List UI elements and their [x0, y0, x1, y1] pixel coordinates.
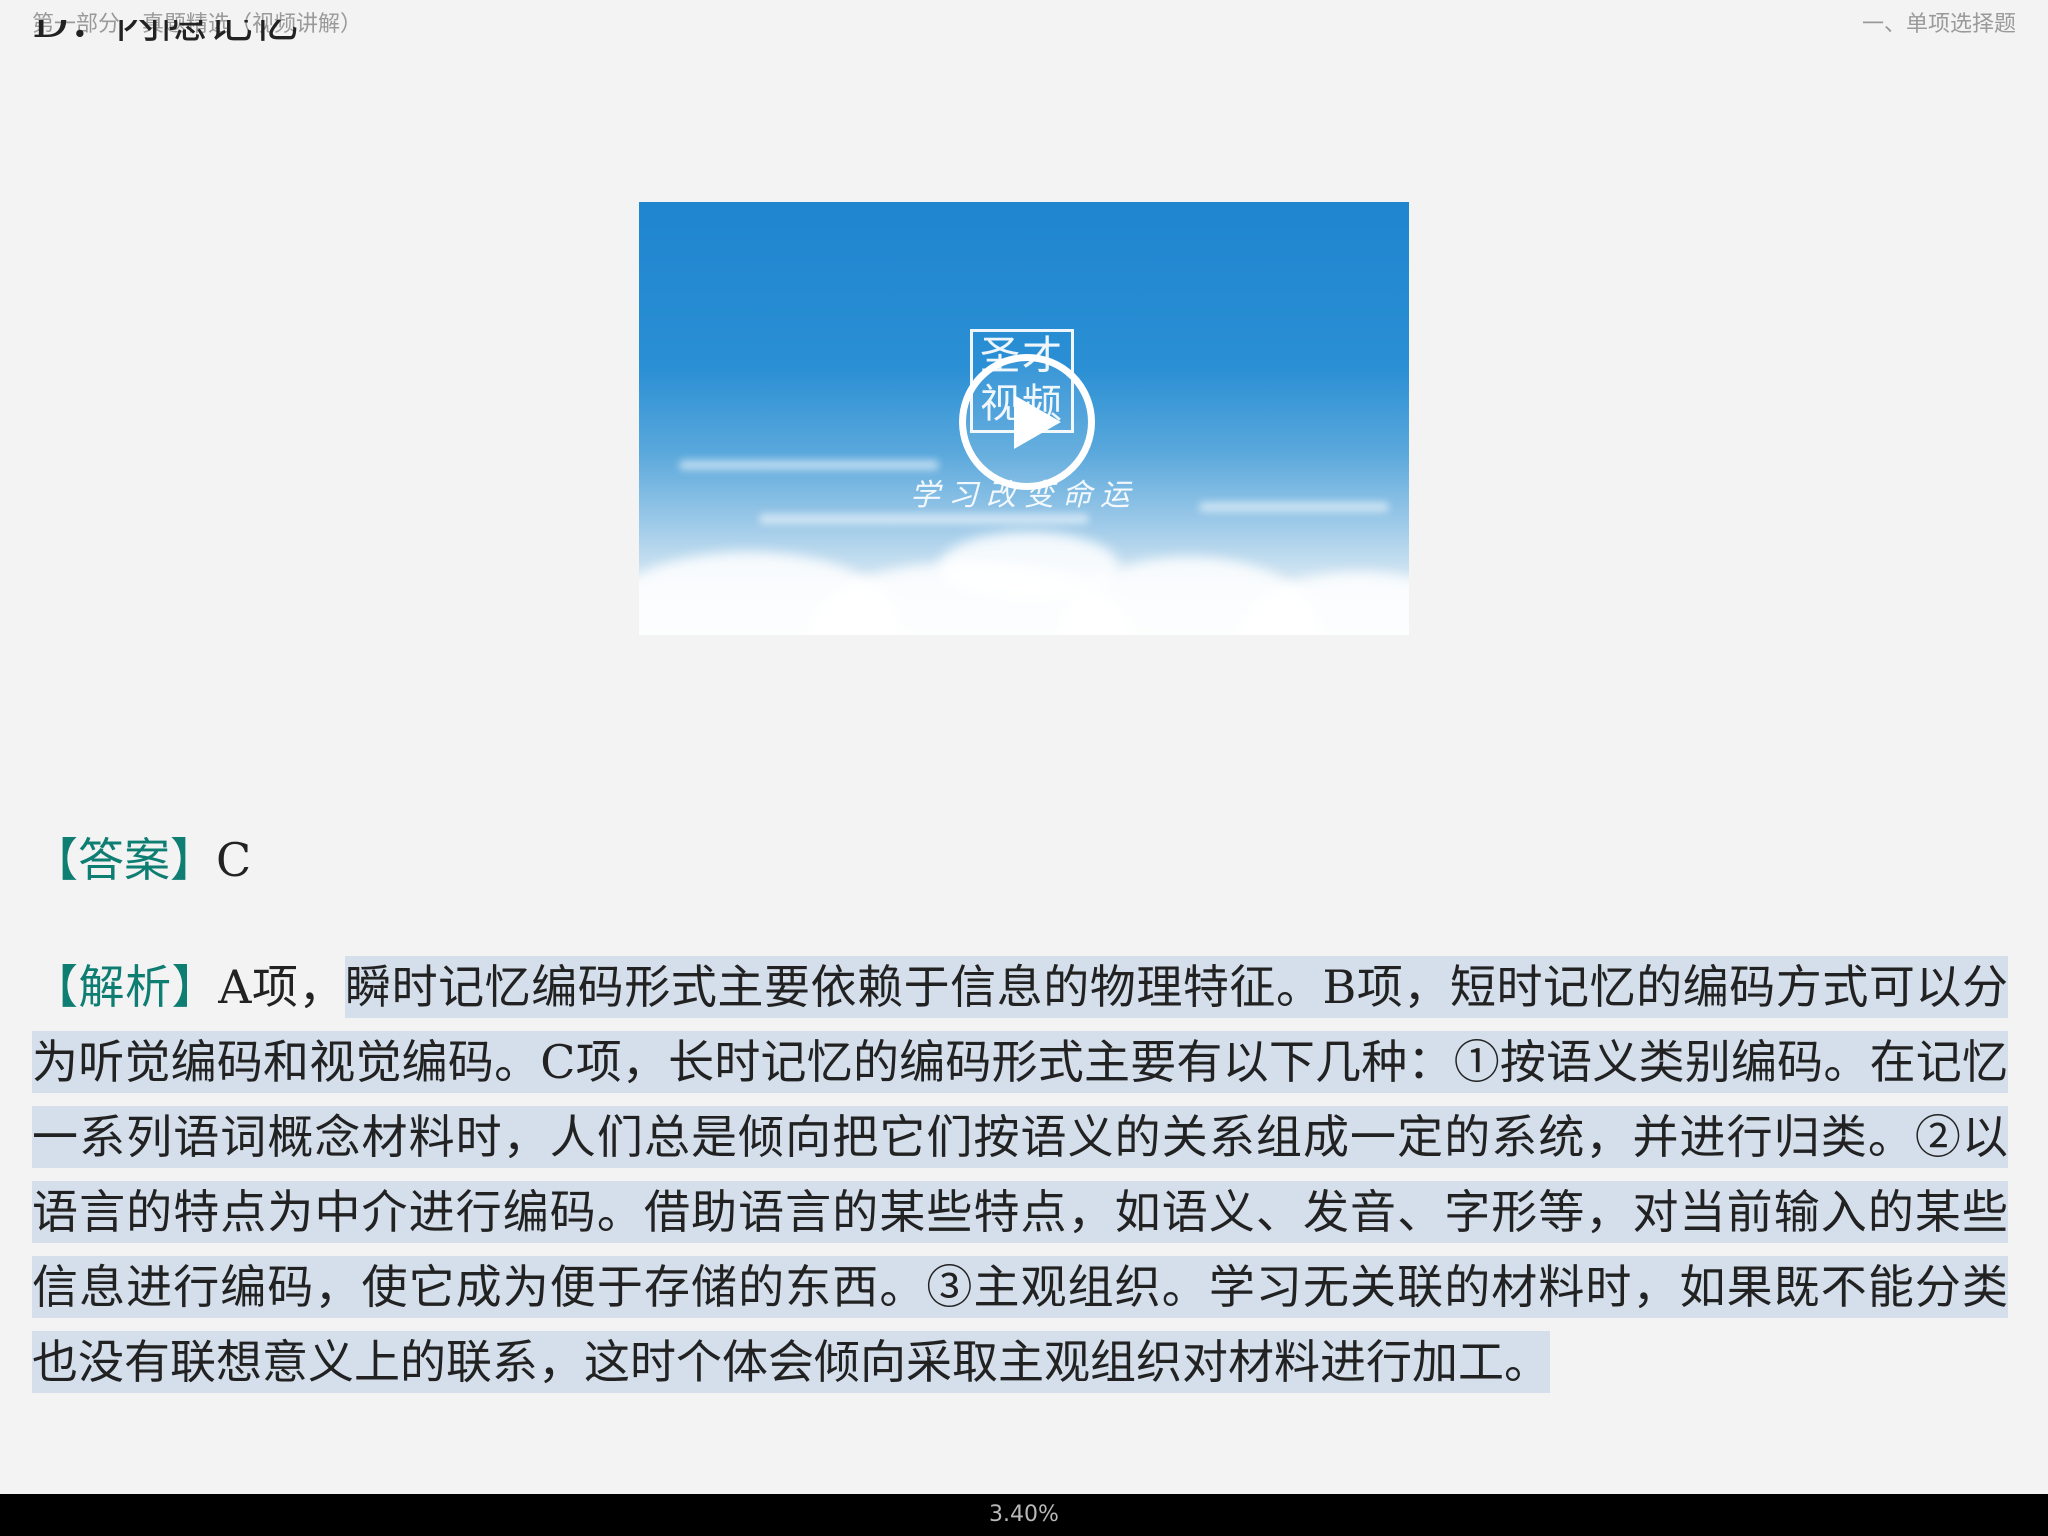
play-button[interactable] — [959, 354, 1095, 490]
answer-line: 【答案】C — [32, 830, 251, 890]
reading-progress-bar: 3.40% — [0, 1494, 2048, 1536]
answer-value: C — [216, 833, 252, 887]
highlighted-text[interactable]: 瞬时记忆编码形式主要依赖于信息的物理特征。B项，短时记忆的编码方式可以分为听觉编… — [32, 956, 2008, 1393]
analysis-label: 【解析】 — [32, 960, 219, 1014]
reader-page[interactable]: 第一部分 真题精选（视频讲解） 一、单项选择题 D．内隐记忆 圣才 视频 学习改… — [0, 0, 2048, 1536]
sky-streak — [759, 514, 1089, 524]
previous-option-cutoff: D．内隐记忆 — [32, 20, 299, 72]
cloud-shape — [939, 532, 1119, 602]
answer-label: 【答案】 — [32, 833, 216, 887]
sky-streak — [679, 460, 939, 470]
previous-option-text: D．内隐记忆 — [32, 20, 299, 48]
analysis-lead: A项， — [218, 960, 346, 1014]
video-player[interactable]: 圣才 视频 学习改变命运 — [639, 202, 1409, 635]
section-header: 一、单项选择题 — [1861, 12, 2016, 37]
progress-percent: 3.40% — [989, 1502, 1059, 1527]
play-icon — [1014, 395, 1061, 449]
analysis-paragraph[interactable]: 【解析】A项，瞬时记忆编码形式主要依赖于信息的物理特征。B项，短时记忆的编码方式… — [32, 950, 2008, 1400]
